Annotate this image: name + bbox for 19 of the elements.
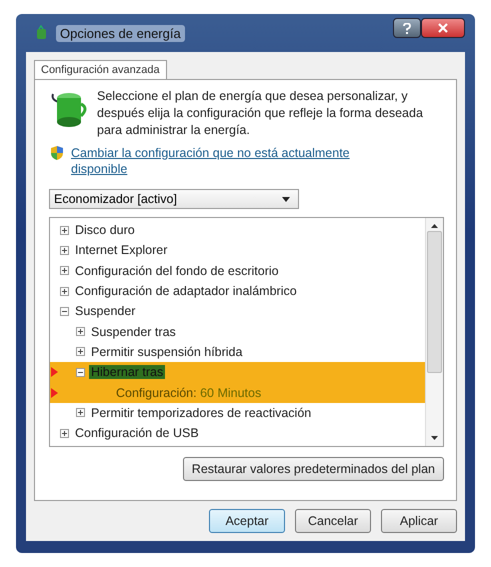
tab[interactable]: Configuración avanzada	[34, 60, 167, 79]
tree-item[interactable]: Internet Explorer	[73, 243, 170, 258]
window-title: Opciones de energía	[56, 24, 185, 42]
plan-dropdown[interactable]: Economizador [activo]	[49, 189, 299, 209]
tree-item[interactable]: Configuración de adaptador inalámbrico	[73, 284, 299, 298]
instruction-text: Seleccione el plan de energía que desea personalizar, y después elija la configuración que refleje la forma deseada para administrar la energía.	[97, 88, 424, 139]
tree-item[interactable]: Disco duro	[73, 223, 137, 238]
tree-item[interactable]: Permitir suspensión híbrida	[89, 344, 244, 359]
tree-item[interactable]: Configuración del fondo de escritorio	[73, 264, 281, 278]
setting-value[interactable]: Configuración: 60 Minutos	[116, 386, 262, 400]
dialog-button[interactable]: Aplicar	[381, 509, 457, 533]
dialog-button[interactable]: Cancelar	[295, 509, 371, 533]
dialog-button[interactable]: Aceptar	[209, 509, 285, 533]
tree-item[interactable]: Suspender tras	[89, 324, 178, 339]
tree-item[interactable]: Permitir temporizadores de reactivación	[89, 406, 314, 420]
tree-item[interactable]: Suspender	[73, 304, 138, 318]
tree-item[interactable]: Configuración de USB	[73, 426, 201, 440]
restore-defaults-button[interactable]: Restaurar valores predeterminados del plan	[182, 457, 444, 481]
change-settings-link[interactable]: Cambiar la configuración que no está actualmente disponible	[71, 145, 401, 177]
